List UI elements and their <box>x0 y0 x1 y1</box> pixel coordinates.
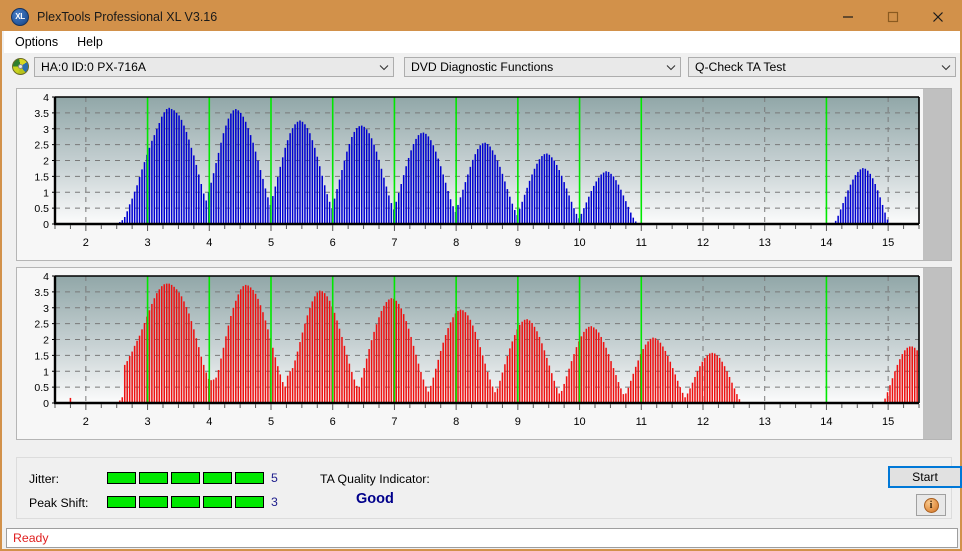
svg-text:5: 5 <box>268 416 274 428</box>
menu-bar: Options Help <box>4 31 960 53</box>
status-text: Ready <box>7 531 49 545</box>
drive-select-value: HA:0 ID:0 PX-716A <box>35 60 375 74</box>
svg-text:15: 15 <box>882 237 894 249</box>
toolbar: HA:0 ID:0 PX-716A DVD Diagnostic Functio… <box>4 53 960 81</box>
menu-item-help[interactable]: Help <box>69 33 111 51</box>
maximize-button[interactable] <box>870 2 915 31</box>
meter-segment <box>171 472 200 484</box>
svg-text:11: 11 <box>636 416 647 428</box>
ta-quality-value: Good <box>356 491 394 507</box>
svg-text:3.5: 3.5 <box>34 287 49 299</box>
svg-text:1: 1 <box>43 366 49 378</box>
app-window: XL PlexTools Professional XL V3.16 Optio… <box>0 0 962 551</box>
test-select-value: Q-Check TA Test <box>689 60 937 74</box>
svg-text:2: 2 <box>83 237 89 249</box>
svg-text:3: 3 <box>145 416 151 428</box>
close-button[interactable] <box>915 2 960 31</box>
svg-text:10: 10 <box>573 416 585 428</box>
svg-text:10: 10 <box>573 237 585 249</box>
window-title: PlexTools Professional XL V3.16 <box>37 10 217 24</box>
test-select[interactable]: Q-Check TA Test <box>688 57 956 77</box>
chevron-down-icon <box>662 64 680 71</box>
svg-text:2.5: 2.5 <box>34 319 49 331</box>
svg-text:2.5: 2.5 <box>34 140 49 152</box>
svg-text:3: 3 <box>43 124 49 136</box>
svg-text:1.5: 1.5 <box>34 350 49 362</box>
svg-text:0: 0 <box>43 219 49 231</box>
svg-text:8: 8 <box>453 416 459 428</box>
window-controls <box>825 2 960 31</box>
meter-segment <box>235 496 264 508</box>
svg-text:2: 2 <box>83 416 89 428</box>
svg-text:13: 13 <box>759 416 771 428</box>
meter-segment <box>139 472 168 484</box>
function-select-value: DVD Diagnostic Functions <box>405 60 662 74</box>
svg-text:1.5: 1.5 <box>34 171 49 183</box>
svg-text:0.5: 0.5 <box>34 203 49 215</box>
peak-shift-chart-panel: 0 0.5 1 1.5 2 2.5 3 3.5 4 2 3 4 5 6 7 8 9 10 11 12 13 14 15 <box>16 267 952 440</box>
svg-text:0: 0 <box>43 398 49 410</box>
meter-segment <box>139 496 168 508</box>
svg-text:2: 2 <box>43 335 49 347</box>
results-panel: Jitter: 5 Peak Shift: 3 TA Quality Indic… <box>16 457 952 519</box>
svg-text:9: 9 <box>515 416 521 428</box>
svg-text:6: 6 <box>330 237 336 249</box>
jitter-chart-panel: 0 0.5 1 1.5 2 2.5 3 3.5 4 2 3 4 5 6 7 8 9 10 11 12 13 14 15 <box>16 88 952 261</box>
jitter-label: Jitter: <box>29 472 59 486</box>
svg-text:9: 9 <box>515 237 521 249</box>
chevron-down-icon <box>937 64 955 71</box>
svg-text:2: 2 <box>43 156 49 168</box>
svg-text:11: 11 <box>636 237 647 249</box>
meter-segment <box>171 496 200 508</box>
svg-text:4: 4 <box>43 271 49 283</box>
svg-text:13: 13 <box>759 237 771 249</box>
meter-segment <box>107 496 136 508</box>
svg-text:3.5: 3.5 <box>34 108 49 120</box>
svg-text:4: 4 <box>206 237 212 249</box>
svg-text:14: 14 <box>820 416 832 428</box>
svg-text:3: 3 <box>145 237 151 249</box>
svg-text:12: 12 <box>697 416 709 428</box>
minimize-button[interactable] <box>825 2 870 31</box>
svg-text:4: 4 <box>206 416 212 428</box>
jitter-value: 5 <box>271 471 278 485</box>
svg-text:6: 6 <box>330 416 336 428</box>
svg-text:14: 14 <box>820 237 832 249</box>
disc-icon <box>12 58 29 75</box>
drive-select[interactable]: HA:0 ID:0 PX-716A <box>34 57 394 77</box>
ta-quality-label: TA Quality Indicator: <box>320 472 430 486</box>
function-select[interactable]: DVD Diagnostic Functions <box>404 57 681 77</box>
menu-item-options[interactable]: Options <box>7 33 66 51</box>
info-button[interactable]: i <box>916 494 946 516</box>
peak-shift-value: 3 <box>271 495 278 509</box>
svg-text:4: 4 <box>43 92 49 104</box>
peak-shift-label: Peak Shift: <box>29 496 88 510</box>
peak-shift-meter <box>107 496 264 508</box>
info-icon: i <box>924 498 939 513</box>
svg-text:1: 1 <box>43 187 49 199</box>
svg-text:7: 7 <box>391 416 397 428</box>
peak-shift-chart: 0 0.5 1 1.5 2 2.5 3 3.5 4 2 3 4 5 6 7 8 9 10 11 12 13 14 15 <box>17 268 925 439</box>
svg-text:5: 5 <box>268 237 274 249</box>
chevron-down-icon <box>375 64 393 71</box>
jitter-chart: 0 0.5 1 1.5 2 2.5 3 3.5 4 2 3 4 5 6 7 8 9 10 11 12 13 14 15 <box>17 89 925 260</box>
status-bar: Ready <box>6 528 958 548</box>
svg-text:7: 7 <box>391 237 397 249</box>
jitter-meter <box>107 472 264 484</box>
peak-shift-chart-inner: 0 0.5 1 1.5 2 2.5 3 3.5 4 2 3 4 5 6 7 8 9 10 11 12 13 14 15 <box>17 268 923 439</box>
svg-text:3: 3 <box>43 303 49 315</box>
jitter-chart-inner: 0 0.5 1 1.5 2 2.5 3 3.5 4 2 3 4 5 6 7 8 9 10 11 12 13 14 15 <box>17 89 923 260</box>
svg-text:15: 15 <box>882 416 894 428</box>
svg-text:8: 8 <box>453 237 459 249</box>
meter-segment <box>203 472 232 484</box>
start-button[interactable]: Start <box>888 466 962 488</box>
meter-segment <box>203 496 232 508</box>
meter-segment <box>107 472 136 484</box>
svg-text:0.5: 0.5 <box>34 382 49 394</box>
title-bar: XL PlexTools Professional XL V3.16 <box>2 2 960 31</box>
meter-segment <box>235 472 264 484</box>
svg-text:12: 12 <box>697 237 709 249</box>
app-logo-icon: XL <box>11 8 29 26</box>
